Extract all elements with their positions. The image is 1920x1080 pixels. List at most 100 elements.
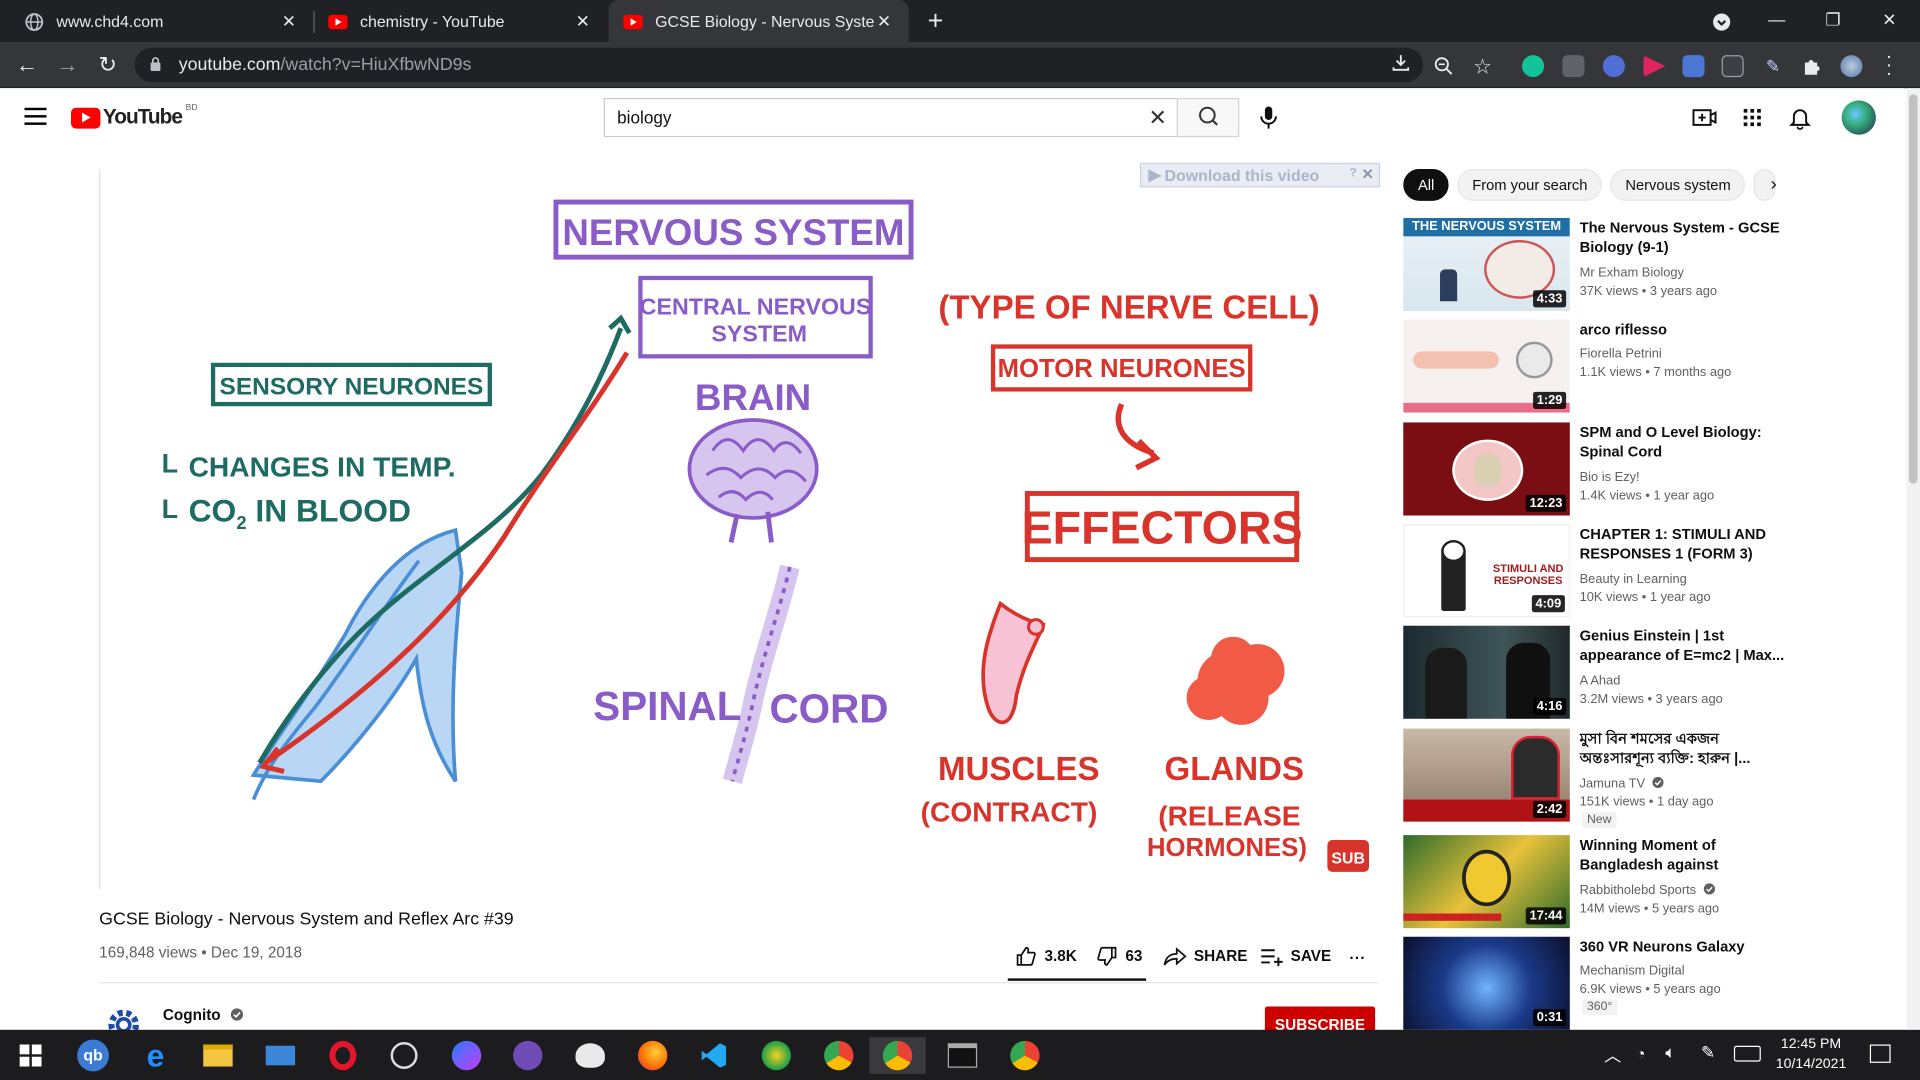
search-input[interactable]: biology ✕ bbox=[603, 97, 1177, 138]
recommendation-item[interactable]: 0:31 360 VR Neurons Galaxy Mechanism Dig… bbox=[1403, 936, 1807, 1035]
notifications-bell-icon[interactable] bbox=[1788, 105, 1815, 131]
windows-start-icon[interactable] bbox=[12, 1037, 49, 1074]
back-button[interactable]: ← bbox=[11, 50, 43, 82]
video-thumbnail[interactable]: 4:16 bbox=[1403, 625, 1570, 719]
apps-grid-icon[interactable] bbox=[1740, 105, 1767, 129]
system-clock[interactable]: 12:45 PM 10/14/2021 bbox=[1768, 1035, 1854, 1074]
video-thumbnail[interactable]: 0:31 bbox=[1403, 936, 1570, 1030]
recommendation-item[interactable]: 4:16 Genius Einstein | 1st appearance of… bbox=[1403, 625, 1807, 724]
create-video-icon[interactable] bbox=[1691, 105, 1718, 129]
channel-name[interactable]: Cognito bbox=[163, 1007, 243, 1024]
recommendation-item[interactable]: THE NERVOUS SYSTEM 4:33 The Nervous Syst… bbox=[1403, 217, 1807, 316]
reload-button[interactable]: ↻ bbox=[92, 50, 124, 82]
edge-icon[interactable]: e bbox=[137, 1037, 174, 1074]
browser-tab[interactable]: chemistry - YouTube ✕ bbox=[313, 0, 607, 43]
tab-search-icon[interactable] bbox=[1693, 0, 1749, 43]
bookmark-star-icon[interactable]: ☆ bbox=[1473, 55, 1492, 79]
clear-search-icon[interactable]: ✕ bbox=[1148, 105, 1166, 131]
address-bar[interactable]: youtube.com/watch?v=HiuXfbwND9s bbox=[134, 47, 1423, 83]
scrollbar-thumb[interactable] bbox=[1908, 94, 1918, 484]
download-help-icon[interactable]: ? bbox=[1349, 167, 1356, 180]
video-thumbnail[interactable]: 2:42 bbox=[1403, 728, 1570, 822]
minimize-button[interactable]: — bbox=[1749, 0, 1805, 43]
grammarly-extension-icon[interactable] bbox=[1522, 55, 1545, 78]
chrome-profile-icon[interactable] bbox=[1007, 1037, 1044, 1074]
github-icon[interactable] bbox=[509, 1037, 546, 1074]
download-close-icon[interactable]: ✕ bbox=[1362, 165, 1374, 182]
new-tab-button[interactable]: + bbox=[921, 5, 950, 37]
install-icon[interactable] bbox=[1391, 53, 1411, 77]
globe-app-icon[interactable] bbox=[758, 1037, 795, 1074]
channel-name[interactable]: Mechanism Digital bbox=[1580, 964, 1685, 979]
download-extension-icon[interactable] bbox=[1682, 55, 1705, 78]
browser-tab[interactable]: www.chd4.com ✕ bbox=[10, 0, 314, 43]
more-actions-button[interactable]: ... bbox=[1349, 945, 1365, 962]
like-button[interactable]: 3.8K bbox=[1015, 945, 1077, 967]
channel-name[interactable]: Bio is Ezy! bbox=[1580, 470, 1640, 485]
messenger-icon[interactable] bbox=[448, 1037, 485, 1074]
pen-icon[interactable]: ✎ bbox=[1701, 1042, 1715, 1063]
chrome-icon[interactable] bbox=[820, 1037, 857, 1074]
recommendation-item[interactable]: 2:42 মুসা বিন শমসের একজন অন্তঃসারশূন্য ব… bbox=[1403, 728, 1807, 828]
close-tab-icon[interactable]: ✕ bbox=[573, 11, 593, 32]
search-button[interactable] bbox=[1176, 97, 1240, 138]
zoom-icon[interactable] bbox=[1434, 56, 1454, 82]
notifications-icon[interactable] bbox=[1869, 1044, 1891, 1063]
recommendation-item[interactable]: 1:29 arco riflesso Fiorella Petrini 1.1K… bbox=[1403, 319, 1807, 418]
file-explorer-icon[interactable] bbox=[200, 1037, 237, 1074]
microphone-icon[interactable] bbox=[1256, 104, 1280, 131]
recommendation-item[interactable]: 17:44 Winning Moment of Bangladesh again… bbox=[1403, 835, 1807, 933]
channel-name[interactable]: Jamuna TV bbox=[1580, 776, 1665, 791]
screen-extension-icon[interactable] bbox=[1721, 55, 1744, 78]
page-scrollbar[interactable] bbox=[1906, 88, 1920, 1029]
close-window-button[interactable]: ✕ bbox=[1861, 0, 1917, 43]
video-thumbnail[interactable]: 1:29 bbox=[1403, 319, 1570, 413]
menu-icon[interactable] bbox=[24, 107, 47, 125]
firefox-icon[interactable] bbox=[634, 1037, 671, 1074]
browser-tab-active[interactable]: GCSE Biology - Nervous System a ✕ bbox=[608, 0, 909, 43]
close-tab-icon[interactable]: ✕ bbox=[279, 11, 299, 32]
vscode-icon[interactable] bbox=[696, 1037, 733, 1074]
save-button[interactable]: SAVE bbox=[1260, 945, 1331, 967]
channel-name[interactable]: A Ahad bbox=[1580, 673, 1621, 688]
chrome-active-icon[interactable] bbox=[869, 1037, 926, 1074]
download-video-bar[interactable]: ▶ Download this video ? ✕ bbox=[1140, 162, 1381, 188]
paint-icon[interactable] bbox=[572, 1037, 609, 1074]
camera-extension-icon[interactable] bbox=[1562, 55, 1585, 78]
dislike-button[interactable]: 63 bbox=[1096, 945, 1142, 967]
video-thumbnail[interactable]: THE NERVOUS SYSTEM 4:33 bbox=[1403, 217, 1570, 312]
channel-name[interactable]: Beauty in Learning bbox=[1580, 572, 1687, 587]
channel-name[interactable]: Rabbitholebd Sports bbox=[1580, 883, 1716, 898]
forward-button[interactable]: → bbox=[51, 50, 83, 82]
recommendation-item[interactable]: STIMULI AND RESPONSES 4:09 CHAPTER 1: ST… bbox=[1403, 524, 1807, 622]
chip-nervous-system[interactable]: Nervous system bbox=[1610, 168, 1746, 201]
video-downloader-extension-icon[interactable] bbox=[1643, 55, 1666, 78]
account-avatar[interactable] bbox=[1841, 100, 1876, 135]
satellite-app-icon[interactable] bbox=[386, 1037, 423, 1074]
extension-icon[interactable] bbox=[1602, 55, 1625, 78]
video-player[interactable]: NERVOUS SYSTEM CENTRAL NERVOUS SYSTEM BR… bbox=[99, 168, 1379, 889]
chrome-menu-icon[interactable]: · · · bbox=[1886, 47, 1893, 84]
keyboard-icon[interactable] bbox=[1733, 1045, 1761, 1062]
network-icon[interactable]: ◔ bbox=[1636, 1044, 1646, 1062]
close-tab-icon[interactable]: ✕ bbox=[874, 11, 894, 32]
video-thumbnail[interactable]: 17:44 bbox=[1403, 835, 1570, 929]
share-button[interactable]: SHARE bbox=[1163, 945, 1247, 967]
maximize-button[interactable]: ❐ bbox=[1805, 0, 1861, 43]
chip-from-your-search[interactable]: From your search bbox=[1457, 168, 1603, 201]
channel-name[interactable]: Fiorella Petrini bbox=[1580, 347, 1662, 362]
chevron-right-icon[interactable]: › bbox=[1771, 174, 1777, 195]
chip-all[interactable]: All bbox=[1403, 168, 1450, 201]
qbittorrent-icon[interactable]: qb bbox=[75, 1037, 112, 1074]
youtube-logo[interactable]: YouTube BD bbox=[71, 103, 198, 129]
opera-icon[interactable] bbox=[324, 1037, 361, 1074]
volume-icon[interactable]: 🔈︎ bbox=[1665, 1042, 1675, 1063]
show-hidden-icons[interactable]: ︿ bbox=[1604, 1043, 1621, 1067]
terminal-icon[interactable] bbox=[944, 1037, 981, 1074]
recommendation-item[interactable]: 12:23 SPM and O Level Biology: Spinal Co… bbox=[1403, 422, 1807, 520]
profile-avatar[interactable] bbox=[1840, 55, 1863, 78]
video-thumbnail[interactable]: 12:23 bbox=[1403, 422, 1570, 516]
puzzle-extensions-icon[interactable] bbox=[1801, 55, 1823, 77]
video-thumbnail[interactable]: STIMULI AND RESPONSES 4:09 bbox=[1403, 524, 1570, 618]
pen-extension-icon[interactable]: ✎ bbox=[1762, 55, 1784, 77]
